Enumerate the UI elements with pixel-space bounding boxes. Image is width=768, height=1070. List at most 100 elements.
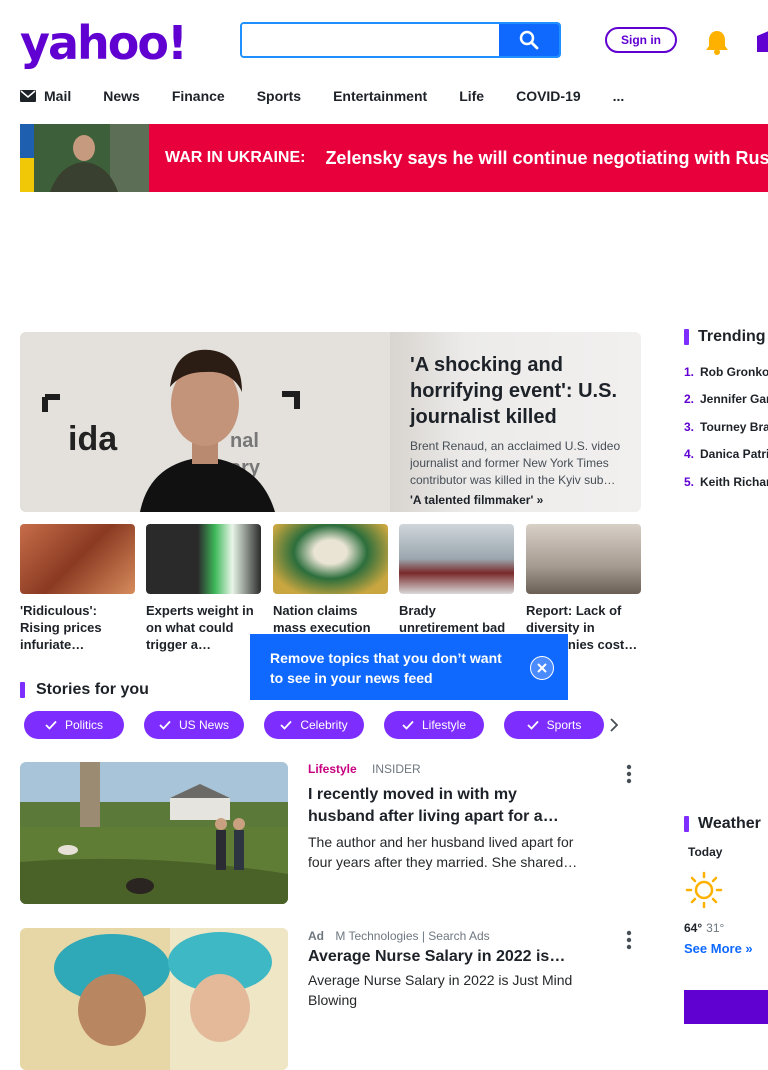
main-nav: Mail News Finance Sports Entertainment L… bbox=[20, 86, 656, 106]
stories-for-you-heading: Stories for you bbox=[20, 681, 149, 699]
nav-life[interactable]: Life bbox=[459, 86, 484, 106]
story-image bbox=[20, 928, 288, 1070]
more-options-icon[interactable] bbox=[626, 764, 632, 789]
tooltip-close-button[interactable] bbox=[530, 656, 554, 680]
check-icon bbox=[527, 720, 539, 730]
topic-pills: Politics US News Celebrity Lifestyle Spo… bbox=[24, 711, 624, 739]
trending-item[interactable]: 4. Danica Patri bbox=[684, 447, 768, 461]
story-item[interactable]: Lifestyle INSIDER I recently moved in wi… bbox=[20, 762, 641, 904]
card-image bbox=[20, 524, 135, 594]
hero-story[interactable]: ida nal ary 'A shocking and horrifying e… bbox=[20, 332, 641, 512]
story-description: Average Nurse Salary in 2022 is Just Min… bbox=[308, 972, 573, 1008]
trending-name[interactable]: Jennifer Gar bbox=[700, 392, 768, 406]
nav-mail-label: Mail bbox=[44, 88, 72, 104]
topic-pill-lifestyle[interactable]: Lifestyle bbox=[384, 711, 484, 739]
trending-item[interactable]: 5. Keith Richar bbox=[684, 475, 768, 489]
topics-tooltip: Remove topics that you don’t want to see… bbox=[250, 634, 568, 700]
hero-summary: Brent Renaud, an acclaimed U.S. video jo… bbox=[410, 439, 621, 487]
nav-news[interactable]: News bbox=[103, 86, 140, 106]
search-input[interactable] bbox=[242, 24, 499, 56]
nav-entertainment[interactable]: Entertainment bbox=[333, 86, 427, 106]
hero-text: 'A shocking and horrifying event': U.S. … bbox=[390, 332, 641, 512]
story-source: M Technologies | Search Ads bbox=[335, 929, 490, 943]
ad-story-item[interactable]: Ad M Technologies | Search Ads Average N… bbox=[20, 928, 641, 1070]
news-card[interactable]: 'Ridiculous': Rising prices infuriate… bbox=[20, 524, 135, 653]
nav-covid[interactable]: COVID-19 bbox=[516, 86, 581, 106]
topic-pill-label: Celebrity bbox=[300, 718, 348, 732]
weather-low: 31° bbox=[706, 921, 725, 935]
close-icon bbox=[537, 663, 547, 673]
hero-image-text: ida bbox=[68, 420, 118, 458]
bell-icon[interactable] bbox=[703, 28, 731, 61]
check-icon bbox=[402, 720, 414, 730]
trending-rank: 3. bbox=[684, 420, 695, 434]
search-box bbox=[240, 22, 561, 58]
trending-item[interactable]: 2. Jennifer Gar bbox=[684, 392, 768, 406]
sun-icon bbox=[684, 870, 724, 915]
card-title[interactable]: 'Ridiculous': Rising prices infuriate… bbox=[20, 602, 135, 653]
trending-rank: 2. bbox=[684, 392, 695, 406]
hero-more-link[interactable]: 'A talented filmmaker' » bbox=[410, 493, 621, 507]
hero-image: ida nal ary bbox=[20, 332, 390, 512]
weather-heading: Weather bbox=[684, 815, 761, 833]
news-card[interactable]: Experts weight in on what could trigger … bbox=[146, 524, 261, 653]
heading-accent-bar bbox=[684, 329, 689, 345]
heading-accent-bar bbox=[684, 816, 689, 832]
trending-rank: 5. bbox=[684, 475, 695, 489]
nav-more[interactable]: ... bbox=[613, 86, 625, 106]
svg-text:nal: nal bbox=[230, 430, 259, 452]
banner-thumbnail bbox=[20, 124, 149, 192]
topic-pill-label: US News bbox=[178, 718, 229, 732]
chevron-right-icon[interactable] bbox=[610, 718, 619, 737]
nav-mail[interactable]: Mail bbox=[20, 86, 71, 106]
story-meta: Ad M Technologies | Search Ads bbox=[308, 929, 490, 943]
topic-pill-us-news[interactable]: US News bbox=[144, 711, 244, 739]
banner-headline[interactable]: Zelensky says he will continue negotiati… bbox=[325, 148, 768, 169]
trending-item[interactable]: 3. Tourney Bra bbox=[684, 420, 768, 434]
trending-name[interactable]: Rob Gronko bbox=[700, 365, 768, 379]
trending-name[interactable]: Keith Richar bbox=[700, 475, 768, 489]
banner-tag: WAR IN UKRAINE: bbox=[165, 149, 306, 166]
check-icon bbox=[280, 720, 292, 730]
card-image bbox=[526, 524, 641, 594]
yahoo-logo[interactable]: yahoo! bbox=[20, 16, 188, 70]
story-category[interactable]: Lifestyle bbox=[308, 762, 357, 776]
topic-pill-label: Lifestyle bbox=[421, 718, 467, 732]
heading-accent-bar bbox=[20, 682, 25, 698]
more-options-icon[interactable] bbox=[626, 930, 632, 955]
trending-name[interactable]: Danica Patri bbox=[700, 447, 768, 461]
card-title[interactable]: Experts weight in on what could trigger … bbox=[146, 602, 261, 653]
trending-rank: 4. bbox=[684, 447, 695, 461]
weather-see-more-link[interactable]: See More » bbox=[684, 941, 753, 956]
trending-heading-text: Trending bbox=[698, 328, 766, 345]
weather-temps: 64° 31° bbox=[684, 921, 724, 935]
story-title[interactable]: Average Nurse Salary in 2022 is… bbox=[308, 946, 598, 968]
topic-pill-celebrity[interactable]: Celebrity bbox=[264, 711, 364, 739]
trending-name[interactable]: Tourney Bra bbox=[700, 420, 768, 434]
sidebar-ad[interactable] bbox=[684, 990, 768, 1024]
banner-text-area: WAR IN UKRAINE: Zelensky says he will co… bbox=[149, 124, 768, 192]
ad-label: Ad bbox=[308, 929, 324, 943]
topic-pill-politics[interactable]: Politics bbox=[24, 711, 124, 739]
topic-pill-label: Sports bbox=[546, 718, 582, 732]
nav-sports[interactable]: Sports bbox=[257, 86, 301, 106]
weather-day: Today bbox=[688, 845, 723, 859]
tooltip-text: Remove topics that you don’t want to see… bbox=[270, 650, 502, 686]
card-image bbox=[399, 524, 514, 594]
hero-title[interactable]: 'A shocking and horrifying event': U.S. … bbox=[410, 352, 621, 430]
weather-heading-text: Weather bbox=[698, 815, 761, 832]
weather-high: 64° bbox=[684, 921, 703, 935]
story-title[interactable]: I recently moved in with my husband afte… bbox=[308, 784, 578, 828]
stories-heading-text: Stories for you bbox=[36, 681, 149, 698]
mail-icon[interactable] bbox=[757, 30, 768, 57]
sign-in-button[interactable]: Sign in bbox=[605, 27, 677, 53]
trending-item[interactable]: 1. Rob Gronko bbox=[684, 365, 768, 379]
search-icon bbox=[519, 30, 539, 50]
search-button[interactable] bbox=[499, 24, 559, 56]
topic-pill-label: Politics bbox=[64, 718, 103, 732]
story-source: INSIDER bbox=[372, 762, 421, 776]
nav-finance[interactable]: Finance bbox=[172, 86, 225, 106]
breaking-news-banner[interactable]: WAR IN UKRAINE: Zelensky says he will co… bbox=[20, 124, 768, 192]
trending-heading: Trending bbox=[684, 328, 766, 346]
topic-pill-sports[interactable]: Sports bbox=[504, 711, 604, 739]
